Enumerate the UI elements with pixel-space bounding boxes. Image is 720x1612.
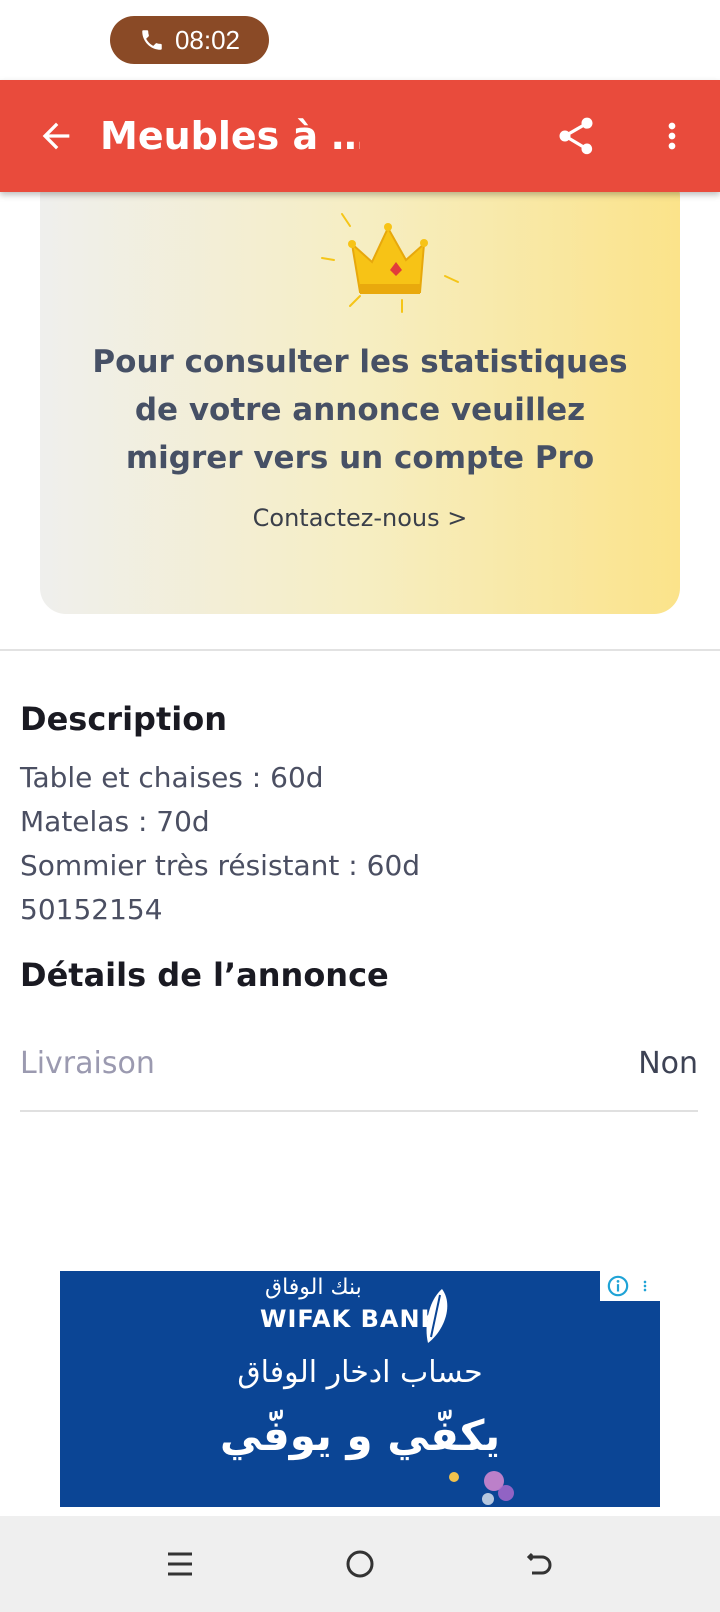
ongoing-call-pill[interactable]: 08:02 [110,16,269,64]
ad-headline: حساب ادخار الوفاق [237,1355,483,1390]
status-bar: 08:02 [0,0,720,80]
ad-bank-name: WIFAK BANK [260,1305,441,1333]
back-nav-button[interactable] [512,1538,568,1590]
back-arrow-icon [526,1552,552,1575]
ad-slogan: يكفّي و يوفّي [219,1411,501,1460]
details-title: Détails de l’annonce [20,956,389,994]
pro-upgrade-message: Pour consulter les statistiques de votre… [92,344,628,476]
arrow-back-icon [42,122,70,150]
bank-logo-icon [426,1289,448,1343]
pro-upgrade-card: Pour consulter les statistiques de votre… [40,170,680,614]
menu-icon [168,1552,192,1576]
detail-row-livraison: Livraison Non [20,1036,698,1112]
app-bar: Meubles à … [0,80,720,192]
description-title: Description [20,700,227,738]
detail-value: Non [638,1046,698,1081]
more-vert-icon [668,122,676,150]
recent-apps-button[interactable] [152,1538,208,1590]
ad-banner[interactable]: بنك الوفاق WIFAK BANK حساب ادخار الوفاق … [60,1271,660,1507]
more-options-button[interactable] [648,108,696,164]
ad-bank-name-arabic: بنك الوفاق [265,1275,362,1300]
description-line: Table et chaises : 60d [20,761,324,794]
page-title: Meubles à … [100,114,360,158]
description-text: Table et chaises : 60d Matelas : 70d Som… [20,756,700,932]
phone-icon [142,30,162,50]
sparkle-decoration [449,1471,514,1505]
description-line: Matelas : 70d [20,805,210,838]
section-divider [0,649,720,651]
more-vert-icon [643,1280,646,1292]
home-button[interactable] [332,1538,388,1590]
info-icon [608,1275,629,1297]
share-button[interactable] [548,108,604,164]
ad-choices[interactable] [600,1271,660,1301]
detail-label: Livraison [20,1046,155,1081]
back-button[interactable] [30,110,82,162]
contact-us-link[interactable]: Contactez-nous > [210,504,510,532]
system-navigation-bar [0,1516,720,1612]
call-timer: 08:02 [174,24,241,55]
share-icon [559,117,593,155]
home-circle-icon [346,1550,374,1578]
description-line: 50152154 [20,893,163,926]
description-line: Sommier très résistant : 60d [20,849,421,882]
crown-icon [321,213,459,313]
